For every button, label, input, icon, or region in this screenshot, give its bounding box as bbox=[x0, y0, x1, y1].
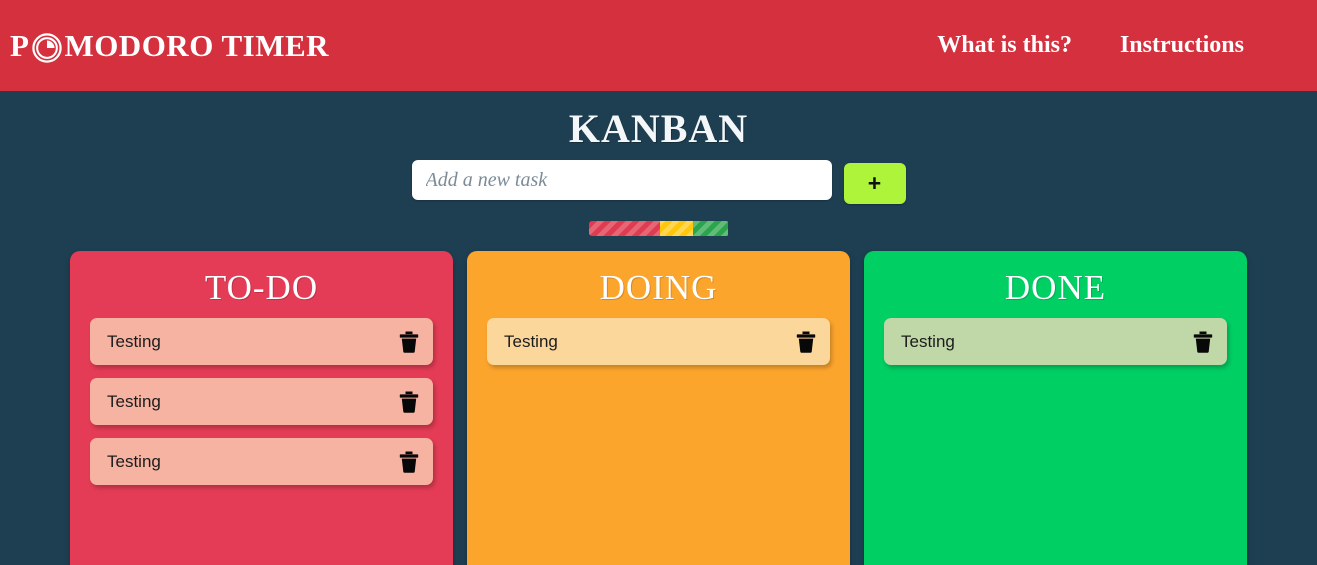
task-card[interactable]: Testing bbox=[90, 438, 433, 485]
trash-icon bbox=[399, 451, 419, 473]
top-navbar: P MODORO TIMER What is this? Instruction… bbox=[0, 0, 1317, 91]
trash-icon bbox=[1193, 331, 1213, 353]
progress-segment-done bbox=[693, 221, 729, 236]
trash-icon bbox=[399, 331, 419, 353]
delete-task-button[interactable] bbox=[399, 391, 419, 413]
task-card[interactable]: Testing bbox=[90, 378, 433, 425]
card-list-done: Testing bbox=[864, 318, 1247, 365]
progress-segment-todo bbox=[588, 221, 660, 236]
trash-icon bbox=[399, 391, 419, 413]
delete-task-button[interactable] bbox=[796, 331, 816, 353]
column-title-done: DONE bbox=[1004, 268, 1107, 307]
add-task-row: + bbox=[0, 160, 1317, 204]
progress-bar-wrap bbox=[0, 221, 1317, 236]
task-label: Testing bbox=[901, 331, 955, 351]
progress-segment-doing bbox=[659, 221, 694, 236]
new-task-input[interactable] bbox=[411, 160, 832, 200]
nav-links: What is this? Instructions bbox=[937, 32, 1299, 59]
task-card[interactable]: Testing bbox=[90, 318, 433, 365]
card-list-todo: Testing Testing Testing bbox=[70, 318, 453, 485]
column-doing[interactable]: DOING Testing bbox=[467, 251, 850, 565]
task-label: Testing bbox=[107, 331, 161, 351]
column-title-doing: DOING bbox=[599, 268, 718, 307]
brand-logo[interactable]: P MODORO TIMER bbox=[10, 28, 329, 64]
task-label: Testing bbox=[107, 451, 161, 471]
task-label: Testing bbox=[504, 331, 558, 351]
card-list-doing: Testing bbox=[467, 318, 850, 365]
column-done[interactable]: DONE Testing bbox=[864, 251, 1247, 565]
task-label: Testing bbox=[107, 391, 161, 411]
brand-suffix: MODORO TIMER bbox=[64, 27, 330, 63]
main-content: KANBAN + TO-DO Testing bbox=[0, 91, 1317, 565]
trash-icon bbox=[796, 331, 816, 353]
add-task-button[interactable]: + bbox=[843, 163, 906, 204]
clock-icon bbox=[32, 32, 63, 63]
task-progress-bar bbox=[588, 221, 729, 236]
kanban-board: TO-DO Testing Testing Testing DOING Test… bbox=[0, 251, 1317, 565]
delete-task-button[interactable] bbox=[399, 451, 419, 473]
brand-prefix: P bbox=[10, 27, 30, 63]
column-title-todo: TO-DO bbox=[204, 268, 319, 307]
page-title: KANBAN bbox=[568, 106, 749, 151]
column-todo[interactable]: TO-DO Testing Testing Testing bbox=[70, 251, 453, 565]
task-card[interactable]: Testing bbox=[487, 318, 830, 365]
nav-link-what-is-this[interactable]: What is this? bbox=[937, 32, 1072, 59]
delete-task-button[interactable] bbox=[1193, 331, 1213, 353]
delete-task-button[interactable] bbox=[399, 331, 419, 353]
nav-link-instructions[interactable]: Instructions bbox=[1120, 32, 1244, 59]
task-card[interactable]: Testing bbox=[884, 318, 1227, 365]
